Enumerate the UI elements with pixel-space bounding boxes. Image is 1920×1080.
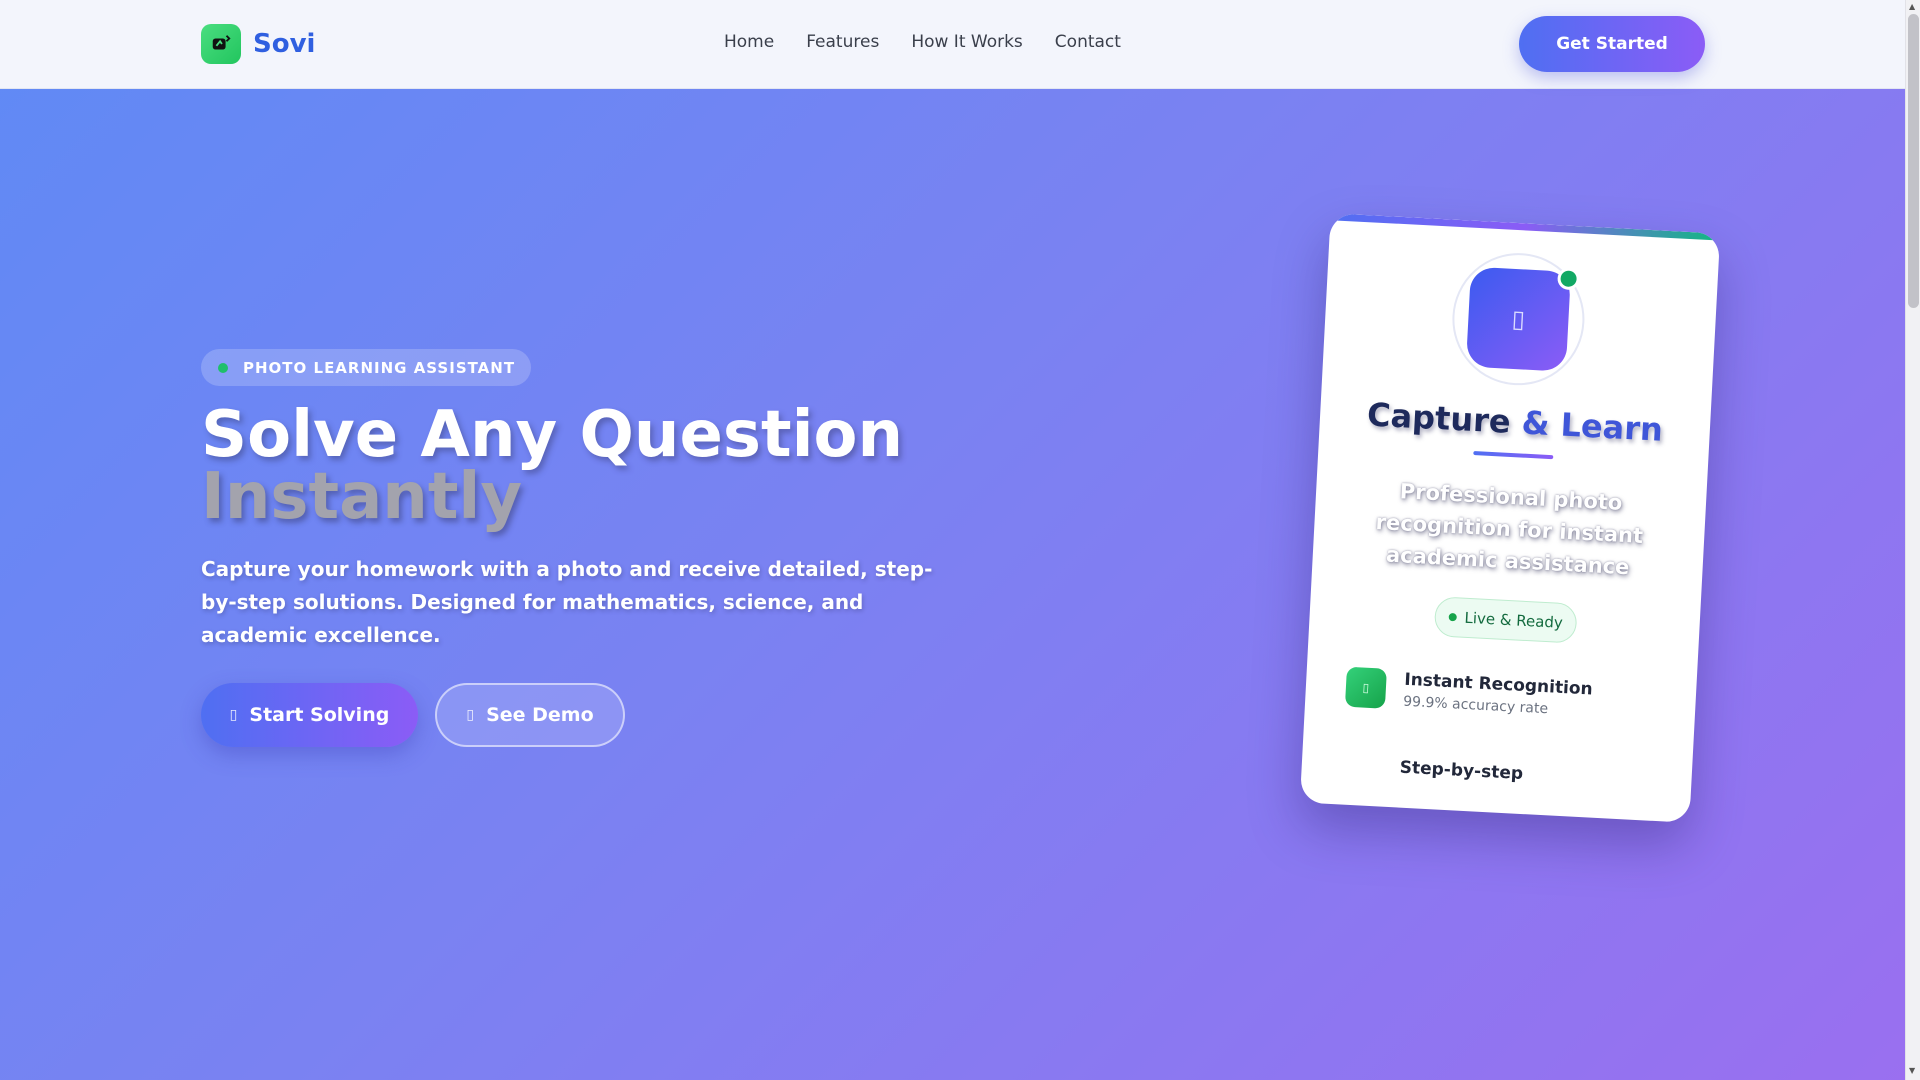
card-title-amp: & [1520, 403, 1551, 443]
camera-icon: ▯ [1465, 266, 1571, 372]
badge-status-dot [218, 363, 228, 373]
navbar: Sovi Home Features How It Works Contact … [0, 0, 1905, 89]
card-accent-bar [1330, 213, 1721, 241]
camera-icon: ▯ [229, 707, 238, 723]
get-started-button[interactable]: Get Started [1519, 16, 1705, 72]
scroll-down-arrow-icon[interactable]: ▼ [1909, 1066, 1915, 1075]
live-status-label: Live & Ready [1464, 608, 1564, 632]
camera-refresh-icon [201, 24, 241, 64]
feature-instant-recognition: ▯ Instant Recognition 99.9% accuracy rat… [1344, 666, 1593, 720]
hero-badge-label: PHOTO LEARNING ASSISTANT [243, 358, 516, 377]
live-status-dot [1448, 612, 1457, 622]
scrollbar-thumb[interactable] [1908, 14, 1919, 308]
hero-title: Solve Any Question [201, 398, 904, 472]
card-title-underline [1473, 450, 1554, 460]
nav-link-contact[interactable]: Contact [1055, 32, 1121, 52]
scroll-up-arrow-icon[interactable]: ▲ [1909, 2, 1915, 11]
nav-link-how-it-works[interactable]: How It Works [911, 32, 1022, 52]
feature-title: Step-by-step [1399, 757, 1524, 785]
nav-links: Home Features How It Works Contact [724, 32, 1153, 52]
hero-badge: PHOTO LEARNING ASSISTANT [201, 349, 532, 386]
online-status-dot [1557, 267, 1581, 291]
hero-description: Capture your homework with a photo and r… [201, 557, 933, 647]
bolt-icon: ▯ [1344, 666, 1387, 709]
brand-logo[interactable]: Sovi [201, 24, 315, 64]
capture-learn-card: ▯ Capture & Learn Professional photo rec… [1299, 213, 1721, 823]
feature-step-by-step: Step-by-step [1341, 755, 1523, 784]
card-description: Professional photo recognition for insta… [1375, 479, 1644, 580]
nav-link-home[interactable]: Home [724, 32, 774, 52]
brand-name: Sovi [253, 29, 316, 59]
start-solving-button[interactable]: ▯ Start Solving [201, 683, 418, 747]
see-demo-button[interactable]: ▯ See Demo [435, 683, 625, 747]
see-demo-label: See Demo [486, 704, 594, 726]
live-status-badge: Live & Ready [1433, 596, 1578, 644]
card-title: Capture & Learn [1319, 393, 1710, 451]
play-icon: ▯ [466, 707, 475, 723]
page-scrollbar[interactable]: ▲ ▼ [1905, 0, 1920, 1080]
card-title-part2: Learn [1548, 404, 1664, 449]
card-title-part1: Capture [1366, 395, 1523, 442]
start-solving-label: Start Solving [249, 704, 390, 726]
nav-link-features[interactable]: Features [806, 32, 879, 52]
feature-card-wrapper: ▯ Capture & Learn Professional photo rec… [1299, 213, 1721, 823]
hero-title-highlight: Instantly [201, 460, 523, 534]
